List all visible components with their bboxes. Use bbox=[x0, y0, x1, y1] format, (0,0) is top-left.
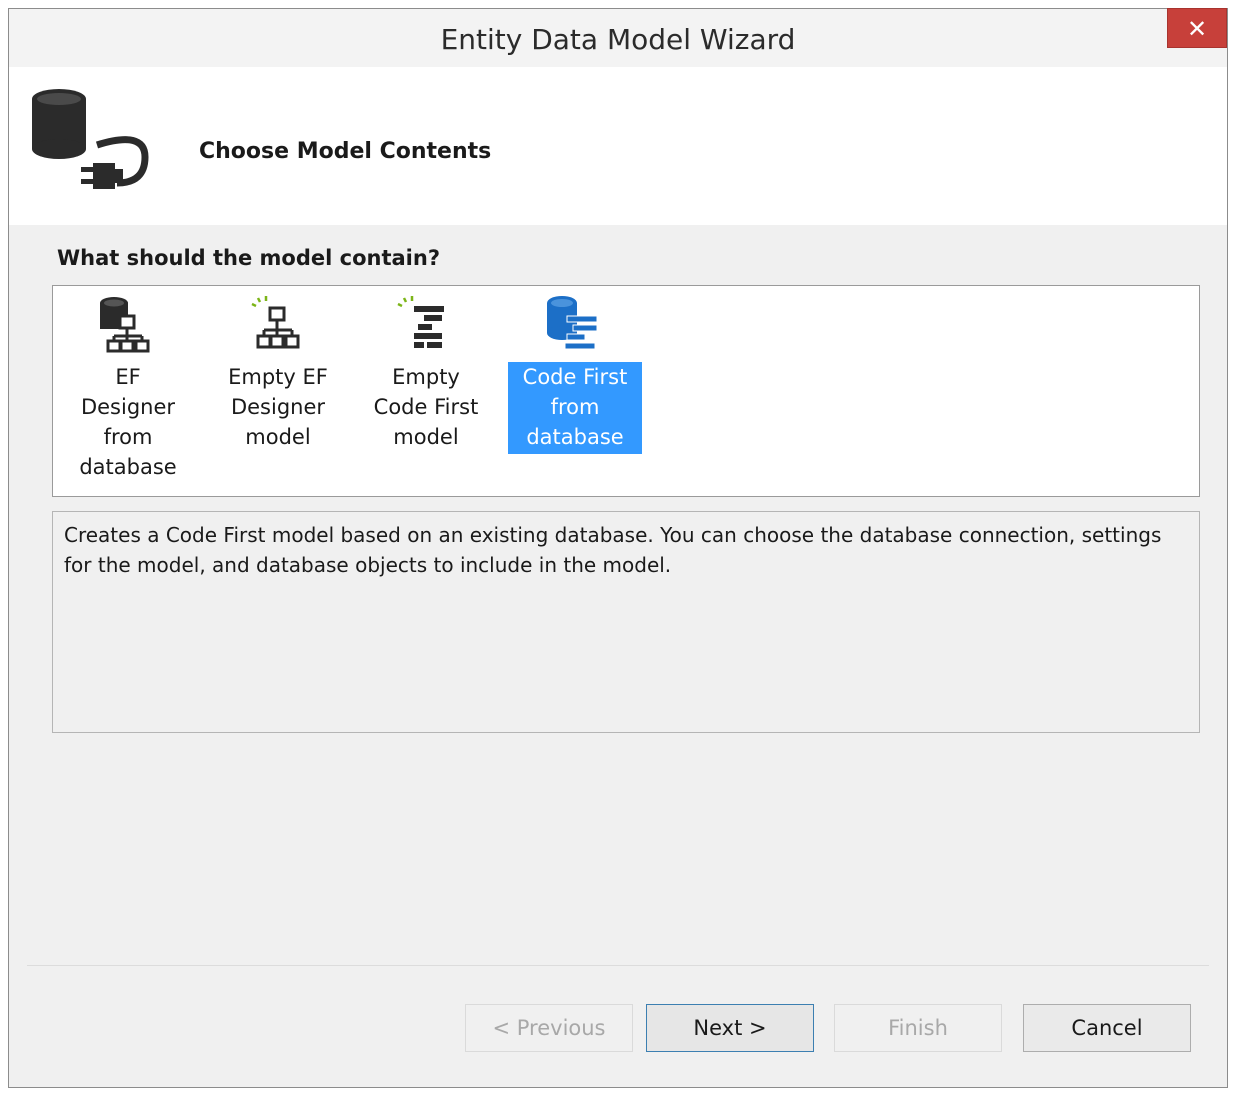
choice-empty-code-first-model[interactable]: Empty Code First model bbox=[359, 290, 493, 454]
database-plug-icon bbox=[32, 89, 149, 189]
finish-button[interactable]: Finish bbox=[834, 1004, 1002, 1052]
model-choice-list[interactable]: EF Designer from database Empty EF Desig… bbox=[52, 285, 1200, 497]
previous-button[interactable]: < Previous bbox=[465, 1004, 633, 1052]
empty-code-first-icon bbox=[397, 296, 444, 348]
model-contents-question: What should the model contain? bbox=[57, 246, 441, 270]
page-heading: Choose Model Contents bbox=[199, 139, 492, 164]
code-first-database-icon bbox=[547, 296, 598, 350]
next-button[interactable]: Next > bbox=[646, 1004, 814, 1052]
ef-designer-database-icon bbox=[100, 297, 150, 353]
choice-code-first-from-database[interactable]: Code First from database bbox=[508, 290, 642, 454]
footer-divider bbox=[27, 965, 1209, 966]
wizard-header: Choose Model Contents bbox=[9, 67, 1227, 225]
choice-label: Empty EF Designer model bbox=[228, 365, 328, 449]
choice-label: Empty Code First model bbox=[373, 365, 479, 449]
choice-label: Code First from database bbox=[508, 362, 642, 454]
window-title: Entity Data Model Wizard bbox=[440, 23, 796, 56]
choice-label: EF Designer from database bbox=[79, 365, 177, 479]
choice-ef-designer-from-database[interactable]: EF Designer from database bbox=[61, 290, 195, 484]
empty-ef-designer-icon bbox=[251, 296, 300, 349]
cancel-button[interactable]: Cancel bbox=[1023, 1004, 1191, 1052]
wizard-window: Entity Data Model Wizard ✕ Choose Model … bbox=[8, 8, 1228, 1088]
close-button[interactable]: ✕ bbox=[1167, 8, 1227, 48]
choice-empty-ef-designer-model[interactable]: Empty EF Designer model bbox=[211, 290, 345, 454]
choice-description: Creates a Code First model based on an e… bbox=[52, 511, 1200, 733]
title-bar[interactable]: Entity Data Model Wizard ✕ bbox=[9, 8, 1227, 68]
